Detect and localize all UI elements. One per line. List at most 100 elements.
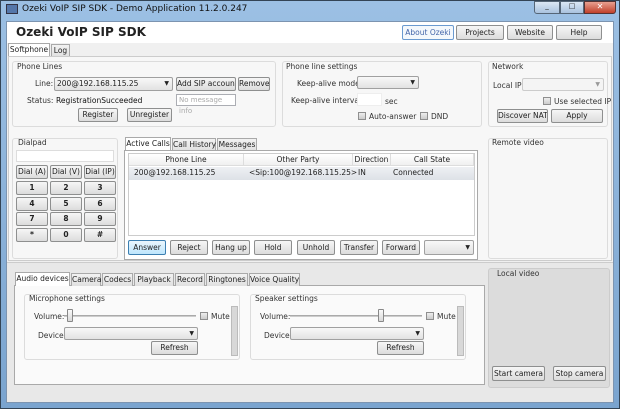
key-button[interactable]: 8	[50, 212, 82, 226]
table-header: Phone Line Other Party Direction Call St…	[129, 154, 474, 166]
key-button[interactable]: 5	[50, 196, 82, 211]
minimize-button[interactable]: _	[534, 1, 560, 14]
transfer-button[interactable]: Transfer	[340, 240, 378, 255]
speaker-device-label: Device:	[264, 331, 293, 340]
key-button[interactable]: 9	[84, 212, 116, 226]
tab-codecs[interactable]: Codecs	[102, 273, 133, 286]
hang-up-button[interactable]: Hang up	[212, 240, 250, 255]
tab-audio-devices[interactable]: Audio devices	[15, 272, 70, 286]
table-row[interactable]: 200@192.168.115.25 <Sip:100@192.168.115.…	[129, 167, 474, 180]
speaker-scrollbar[interactable]	[457, 306, 464, 356]
status-value: RegistrationSucceeded	[56, 96, 143, 105]
add-sip-account-button[interactable]: Add SIP account	[176, 77, 236, 91]
chevron-down-icon: ▼	[465, 244, 470, 251]
speaker-mute-checkbox[interactable]	[426, 312, 434, 320]
website-button[interactable]: Website	[507, 25, 553, 40]
phone-lines-title: Phone Lines	[17, 62, 63, 71]
tab-active-calls[interactable]: Active Calls	[125, 137, 171, 151]
auto-answer-checkbox[interactable]	[358, 112, 366, 120]
apply-button[interactable]: Apply	[551, 109, 603, 123]
key-button[interactable]: 3	[84, 181, 116, 195]
microphone-settings-title: Microphone settings	[29, 294, 105, 303]
key-button[interactable]: 2	[50, 181, 82, 195]
keepalive-interval-label: Keep-alive interval:	[291, 96, 364, 105]
remote-video-group	[488, 138, 608, 259]
line-settings-title: Phone line settings	[286, 62, 358, 71]
dial-button-1[interactable]: Dial (V)	[50, 165, 82, 179]
forward-button[interactable]: Forward	[382, 240, 420, 255]
hold-button[interactable]: Hold	[254, 240, 292, 255]
tab-ringtones[interactable]: Ringtones	[206, 273, 248, 286]
calls-table: Phone Line Other Party Direction Call St…	[128, 153, 475, 236]
line-value: 200@192.168.115.25	[57, 79, 139, 88]
column-other-party[interactable]: Other Party	[244, 154, 353, 166]
key-button[interactable]: 0	[50, 227, 82, 242]
key-button[interactable]: 7	[16, 212, 48, 226]
tab-camera[interactable]: Camera	[71, 273, 101, 286]
column-call-state[interactable]: Call State	[391, 154, 474, 166]
dialpad-input[interactable]	[16, 150, 114, 162]
tab-voice-quality[interactable]: Voice Quality	[249, 273, 300, 286]
use-selected-ip-checkbox[interactable]	[543, 97, 551, 105]
answer-button[interactable]: Answer	[128, 240, 166, 255]
key-button[interactable]: 6	[84, 196, 116, 211]
local-video-title: Local video	[497, 269, 540, 278]
tab-playback[interactable]: Playback	[134, 273, 174, 286]
keepalive-mode-combobox[interactable]: ▼	[357, 76, 419, 89]
line-combobox[interactable]: 200@192.168.115.25 ▼	[54, 77, 173, 91]
about-ozeki-button[interactable]: About Ozeki	[402, 25, 454, 40]
remote-video-title: Remote video	[492, 138, 544, 147]
speaker-volume-label: Volume:	[260, 312, 291, 321]
app-icon	[6, 4, 18, 14]
column-direction[interactable]: Direction	[353, 154, 391, 166]
microphone-mute-checkbox[interactable]	[200, 312, 208, 320]
microphone-mute-label: Mute	[211, 312, 230, 321]
unregister-button[interactable]: Unregister	[127, 108, 172, 122]
local-ip-combobox[interactable]: ▼	[522, 78, 604, 91]
speaker-volume-thumb[interactable]	[378, 309, 385, 322]
dial-button-2[interactable]: Dial (IP)	[84, 165, 116, 179]
unhold-button[interactable]: Unhold	[297, 240, 335, 255]
dnd-checkbox[interactable]	[420, 112, 428, 120]
local-ip-label: Local IP:	[493, 81, 525, 90]
microphone-volume-thumb[interactable]	[66, 309, 73, 322]
forward-target-combobox[interactable]: ▼	[424, 240, 474, 255]
cell-call-state: Connected	[393, 168, 434, 177]
dnd-label: DND	[431, 112, 449, 121]
speaker-device-combobox[interactable]: ▼	[290, 327, 424, 340]
speaker-volume-slider[interactable]	[290, 315, 422, 317]
discover-nat-button[interactable]: Discover NAT	[497, 109, 548, 123]
chevron-down-icon: ▼	[410, 79, 415, 86]
projects-button[interactable]: Projects	[456, 25, 504, 40]
microphone-device-combobox[interactable]: ▼	[64, 327, 198, 340]
tab-softphone[interactable]: Softphone	[8, 43, 50, 57]
chevron-down-icon: ▼	[164, 80, 169, 87]
maximize-button[interactable]: □	[560, 1, 584, 14]
keepalive-interval-input[interactable]	[357, 93, 382, 106]
remove-button[interactable]: Remove	[238, 77, 270, 91]
microphone-volume-label: Volume:	[34, 312, 65, 321]
tab-record[interactable]: Record	[175, 273, 205, 286]
help-button[interactable]: Help	[556, 25, 602, 40]
stop-camera-button[interactable]: Stop camera	[553, 366, 606, 381]
chevron-down-icon: ▼	[595, 81, 600, 88]
speaker-refresh-button[interactable]: Refresh	[377, 341, 424, 355]
chevron-down-icon: ▼	[415, 330, 420, 337]
register-button[interactable]: Register	[78, 108, 118, 122]
auto-answer-label: Auto-answer	[369, 112, 417, 121]
close-button[interactable]: ✕	[584, 1, 616, 14]
column-phone-line[interactable]: Phone Line	[129, 154, 244, 166]
microphone-refresh-button[interactable]: Refresh	[151, 341, 198, 355]
key-button[interactable]: 4	[16, 196, 48, 211]
key-button[interactable]: #	[84, 227, 116, 242]
key-button[interactable]: *	[16, 227, 48, 242]
start-camera-button[interactable]: Start camera	[492, 366, 545, 381]
microphone-device-label: Device:	[38, 331, 67, 340]
key-button[interactable]: 1	[16, 181, 48, 195]
microphone-scrollbar[interactable]	[231, 306, 238, 356]
dial-button-0[interactable]: Dial (A)	[16, 165, 48, 179]
network-title: Network	[492, 62, 524, 71]
microphone-volume-slider[interactable]	[64, 315, 196, 317]
cell-direction: IN	[358, 168, 366, 177]
reject-button[interactable]: Reject	[170, 240, 208, 255]
